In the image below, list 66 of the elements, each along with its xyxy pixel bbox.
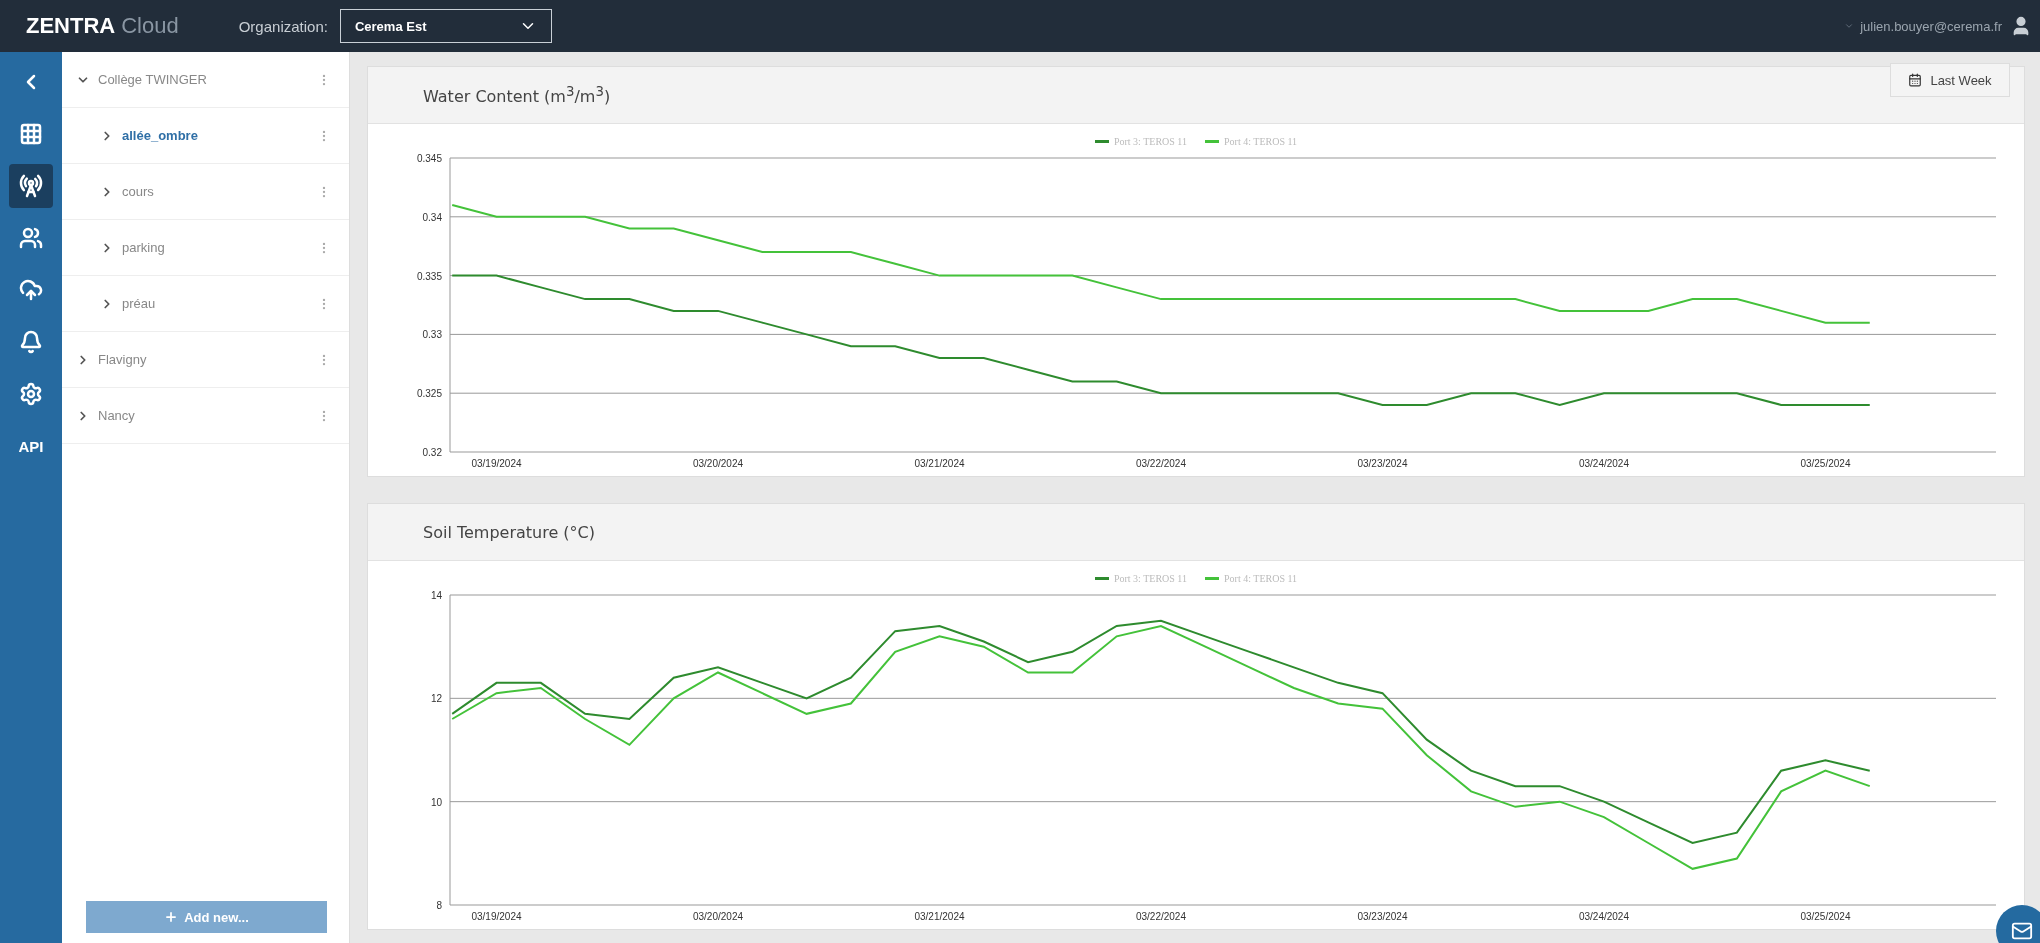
api-link[interactable]: API [9, 424, 53, 468]
tree-item[interactable]: préau [62, 276, 349, 332]
legend-label: Port 3: TEROS 11 [1113, 135, 1187, 147]
user-email[interactable]: julien.bouyer@cerema.fr [1860, 18, 2002, 34]
mail-icon [2011, 920, 2033, 942]
grid-icon [19, 122, 43, 146]
tree-item-label: Collège TWINGER [98, 72, 208, 87]
x-tick-label: 03/25/2024 [1800, 458, 1851, 469]
tree-item[interactable]: allée_ombre [62, 108, 349, 164]
chart-title: Water Content (m$^{3}$/m$^{3}$) [423, 83, 612, 107]
x-tick-label: 03/19/2024 [471, 458, 522, 469]
x-tick-label: 03/22/2024 [1135, 911, 1186, 922]
organization-select[interactable]: Cerema Est [339, 9, 552, 43]
brand-suffix: Cloud [121, 13, 179, 39]
x-tick-label: 03/19/2024 [471, 911, 522, 922]
legend-label: Port 4: TEROS 11 [1224, 572, 1298, 584]
tree-item-label: Flavigny [98, 352, 148, 367]
plus-icon [164, 910, 179, 924]
tree-item-label: cours [122, 184, 155, 199]
x-tick-label: 03/20/2024 [692, 458, 744, 469]
chart-title: Soil Temperature (°C) [423, 522, 596, 542]
x-tick-label: 03/22/2024 [1135, 458, 1186, 469]
y-tick-label: 8 [436, 900, 442, 911]
tree-item-label: préau [122, 296, 157, 311]
x-tick-label: 03/23/2024 [1357, 458, 1408, 469]
legend-item[interactable]: Port 3: TEROS 11 [1094, 572, 1187, 584]
organization-label: Organization: [238, 17, 328, 35]
date-range-button[interactable]: Last Week [1890, 63, 2010, 97]
y-tick-label: 0.345 [416, 153, 442, 164]
y-tick-label: 14 [430, 590, 442, 601]
x-tick-label: 03/21/2024 [914, 458, 965, 469]
tree-item-label: Nancy [98, 408, 136, 423]
x-tick-label: 03/25/2024 [1800, 911, 1851, 922]
x-tick-label: 03/20/2024 [692, 911, 744, 922]
legend-label: Port 3: TEROS 11 [1113, 572, 1187, 584]
legend-item[interactable]: Port 4: TEROS 11 [1205, 135, 1298, 147]
cloud-upload-icon [19, 278, 43, 302]
tree-item-label: allée_ombre [122, 128, 199, 143]
x-tick-label: 03/24/2024 [1578, 911, 1629, 922]
y-tick-label: 0.32 [422, 447, 442, 458]
x-tick-label: 03/23/2024 [1357, 911, 1408, 922]
y-tick-label: 0.335 [416, 270, 442, 282]
y-tick-label: 0.33 [422, 329, 442, 341]
tree-item[interactable]: Nancy [62, 388, 349, 444]
add-new-button[interactable]: Add new... [86, 901, 327, 933]
tree-item[interactable]: Collège TWINGER [62, 52, 349, 108]
x-tick-label: 03/21/2024 [914, 911, 965, 922]
bell-icon [19, 330, 43, 354]
y-tick-label: 10 [430, 796, 442, 808]
x-tick-label: 03/24/2024 [1578, 458, 1629, 469]
users-icon [19, 226, 43, 250]
legend-item[interactable]: Port 4: TEROS 11 [1205, 572, 1298, 584]
brand-name: ZENTRA [26, 13, 116, 39]
tree-item-label: parking [122, 240, 166, 255]
tree-item[interactable]: parking [62, 220, 349, 276]
legend-label: Port 4: TEROS 11 [1224, 135, 1298, 147]
antenna-icon [19, 174, 43, 198]
y-tick-label: 0.34 [422, 211, 442, 223]
nav-item[interactable] [9, 164, 53, 208]
tree-item[interactable]: Flavigny [62, 332, 349, 388]
legend-item[interactable]: Port 3: TEROS 11 [1094, 135, 1187, 147]
y-tick-label: 0.325 [416, 388, 442, 400]
tree-item[interactable]: cours [62, 164, 349, 220]
settings-icon [19, 382, 43, 406]
y-tick-label: 12 [430, 693, 442, 705]
calendar-icon [1908, 73, 1923, 87]
